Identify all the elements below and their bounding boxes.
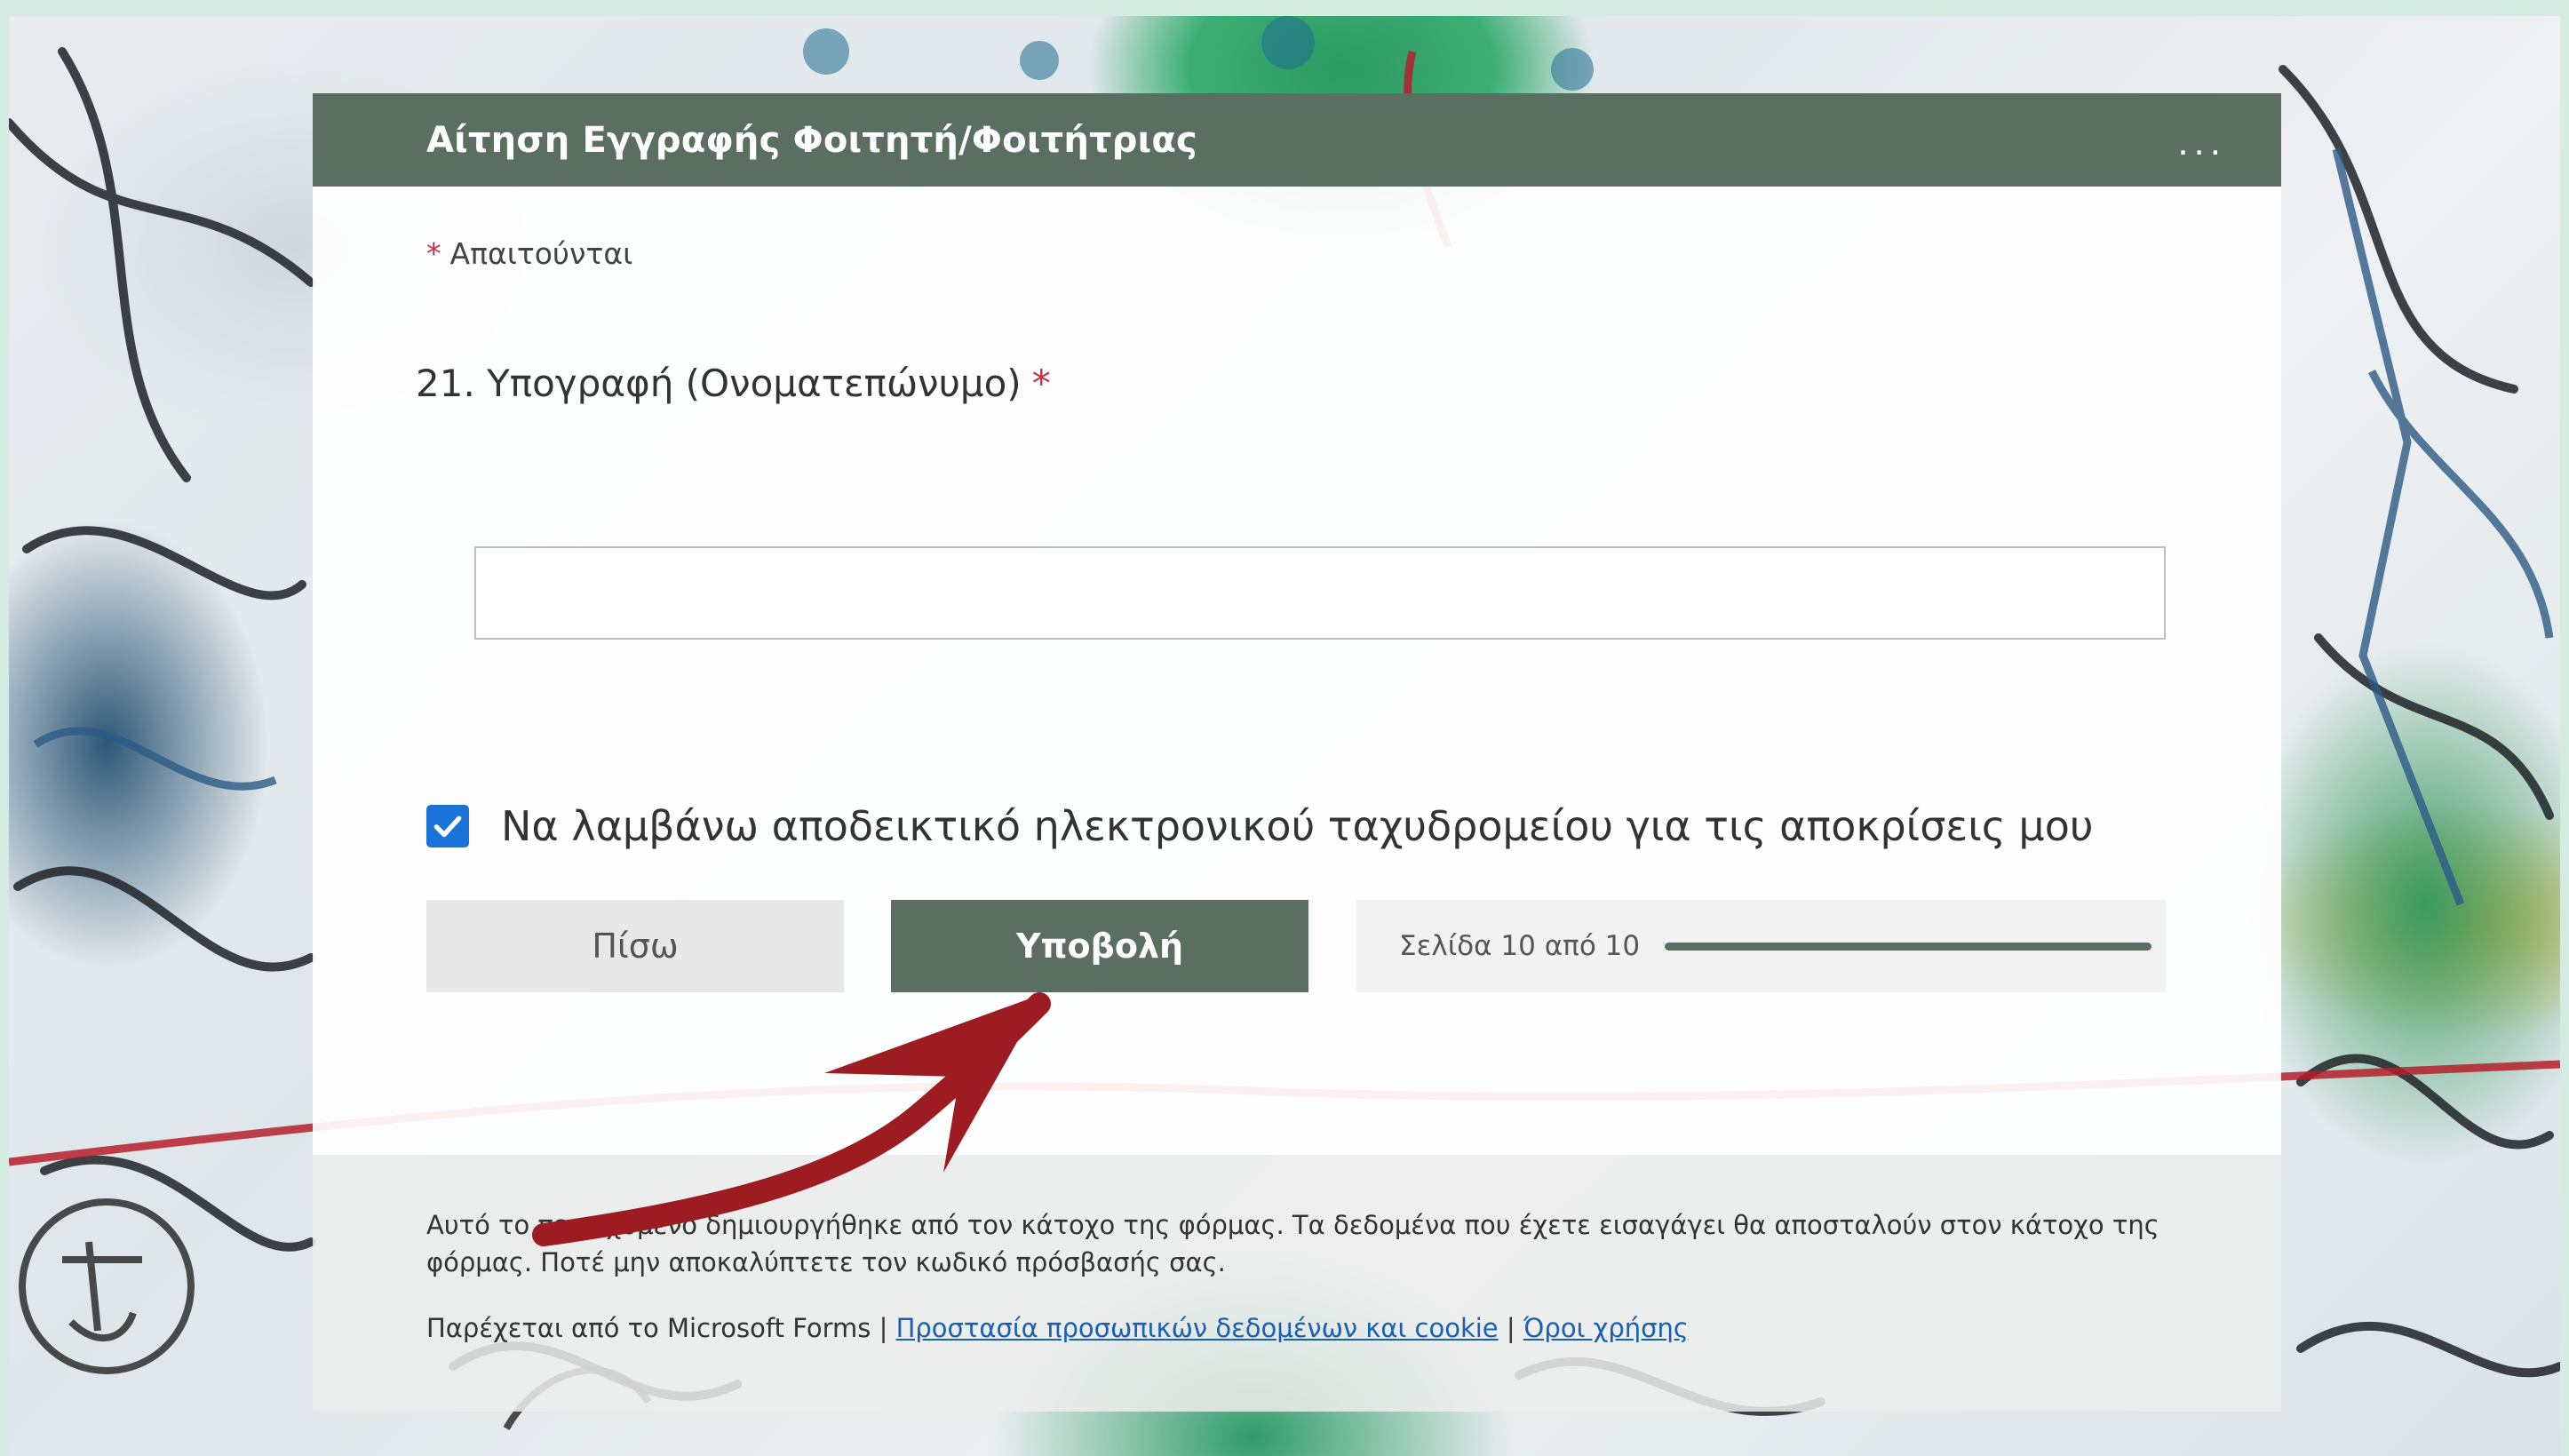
question-required-asterisk: * xyxy=(1031,362,1051,405)
question-text: 21. Υπογραφή (Ονοματεπώνυμο) xyxy=(416,362,1022,405)
footer-separator: | xyxy=(1506,1313,1515,1343)
footer-disclaimer: Αυτό το περιεχόμενο δημιουργήθηκε από το… xyxy=(426,1210,2159,1277)
back-button[interactable]: Πίσω xyxy=(426,900,844,992)
form-card: Αίτηση Εγγραφής Φοιτητή/Φοιτήτριας ... *… xyxy=(313,93,2281,1412)
submit-button[interactable]: Υποβολή xyxy=(891,900,1308,992)
required-note-label: Απαιτούνται xyxy=(449,236,633,271)
form-title: Αίτηση Εγγραφής Φοιτητή/Φοιτήτριας xyxy=(426,120,1197,161)
terms-link[interactable]: Όροι χρήσης xyxy=(1523,1313,1689,1343)
required-asterisk: * xyxy=(426,236,441,271)
form-header: Αίτηση Εγγραφής Φοιτητή/Φοιτήτριας ... xyxy=(313,93,2281,187)
progress-track xyxy=(1665,942,2152,951)
checkmark-icon xyxy=(433,816,462,838)
receipt-option[interactable]: Να λαμβάνω αποδεικτικό ηλεκτρονικού ταχυ… xyxy=(426,800,2093,853)
more-horizontal-icon[interactable]: ... xyxy=(2177,120,2226,164)
privacy-link[interactable]: Προστασία προσωπικών δεδομένων και cooki… xyxy=(896,1313,1499,1343)
footer-links: Παρέχεται από το Microsoft Forms | Προστ… xyxy=(426,1313,1689,1343)
question-title: 21. Υπογραφή (Ονοματεπώνυμο) * xyxy=(416,362,1051,405)
required-note: * Απαιτούνται xyxy=(426,236,632,271)
provided-by-text: Παρέχεται από το Microsoft Forms | xyxy=(426,1313,888,1343)
page-progress: Σελίδα 10 από 10 xyxy=(1356,900,2166,992)
form-body: * Απαιτούνται 21. Υπογραφή (Ονοματεπώνυμο… xyxy=(313,187,2281,1155)
progress-fill xyxy=(1665,942,2152,951)
form-footer: Αυτό το περιεχόμενο δημιουργήθηκε από το… xyxy=(313,1155,2281,1412)
signature-input[interactable] xyxy=(474,546,2166,640)
progress-label: Σελίδα 10 από 10 xyxy=(1399,930,1641,962)
receipt-label: Να λαμβάνω αποδεικτικό ηλεκτρονικού ταχυ… xyxy=(501,802,2094,850)
receipt-checkbox[interactable] xyxy=(426,805,469,847)
